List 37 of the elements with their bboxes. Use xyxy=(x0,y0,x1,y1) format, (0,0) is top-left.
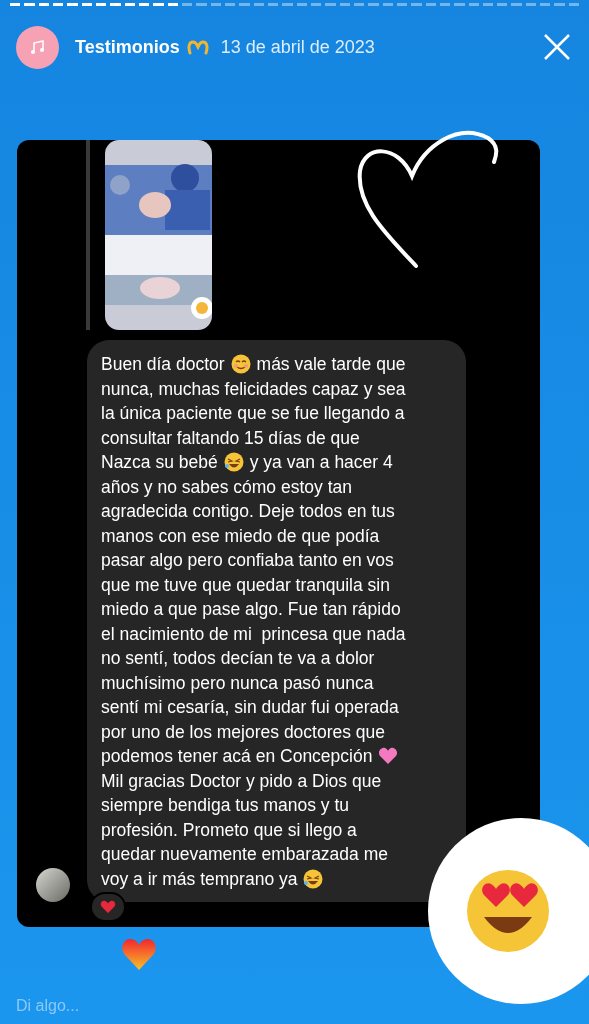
story-title[interactable]: Testimonios xyxy=(75,33,180,61)
message-text: voy a ir más temprano ya xyxy=(101,867,298,891)
message-text: manos con ese miedo de que podía xyxy=(101,524,380,548)
laughing-face-icon xyxy=(303,868,324,889)
story-date: 13 de abril de 2023 xyxy=(220,35,375,59)
message-text: podemos tener acá en Concepción xyxy=(101,745,373,768)
message-text: profesión. Prometo que si llego a xyxy=(101,818,357,842)
message-text: miedo a que pase algo. Fue tan rápido xyxy=(101,598,401,621)
heart-sticker-icon xyxy=(121,937,157,971)
message-text: Buen día doctor xyxy=(101,353,225,376)
message-text: muchísimo pero nunca pasó nunca xyxy=(101,671,374,695)
message-text: más vale tarde que xyxy=(256,353,406,376)
heart-eyes-emoji-icon xyxy=(466,869,550,953)
reply-field[interactable]: Di algo... xyxy=(16,992,416,1020)
message-text: pasar algo pero confiaba tanto en vos xyxy=(101,549,394,572)
message-text: quedar nuevamente embarazada me xyxy=(101,843,388,866)
message-text: siempre bendiga tus manos y tu xyxy=(101,794,350,817)
heart-icon xyxy=(100,900,116,914)
smiling-face-icon xyxy=(230,354,251,375)
message-text: Mil gracias Doctor y pido a Dios que xyxy=(101,769,382,793)
message-text: nunca, muchas felicidades capaz y sea xyxy=(101,377,406,401)
message-text: sentí mi cesaría, sin dudar fui operada xyxy=(101,696,399,719)
message-text: que me tuve que quedar tranquila sin xyxy=(101,573,390,597)
message-text: años y no sabes cómo estoy tan xyxy=(101,475,352,499)
profile-avatar[interactable] xyxy=(16,25,59,69)
message-text: el nacimiento de mi princesa que nada xyxy=(101,622,406,646)
heart-icon xyxy=(378,746,399,767)
laughing-face-icon xyxy=(223,452,244,473)
close-icon[interactable] xyxy=(542,32,572,62)
message-text: la única paciente que se fue llegando a xyxy=(101,402,405,425)
message-text: Nazca su bebé xyxy=(101,451,218,474)
message-text: no sentí, todos decían te va a dolor xyxy=(101,647,375,670)
message-text: y ya van a hacer 4 xyxy=(249,451,393,474)
music-note-icon xyxy=(28,38,47,56)
message-text: agradecida contigo. Deje todos en tus xyxy=(101,500,395,523)
message-text: por uno de los mejores doctores que xyxy=(101,720,386,744)
message-text: consultar faltando 15 días de que xyxy=(101,426,360,450)
